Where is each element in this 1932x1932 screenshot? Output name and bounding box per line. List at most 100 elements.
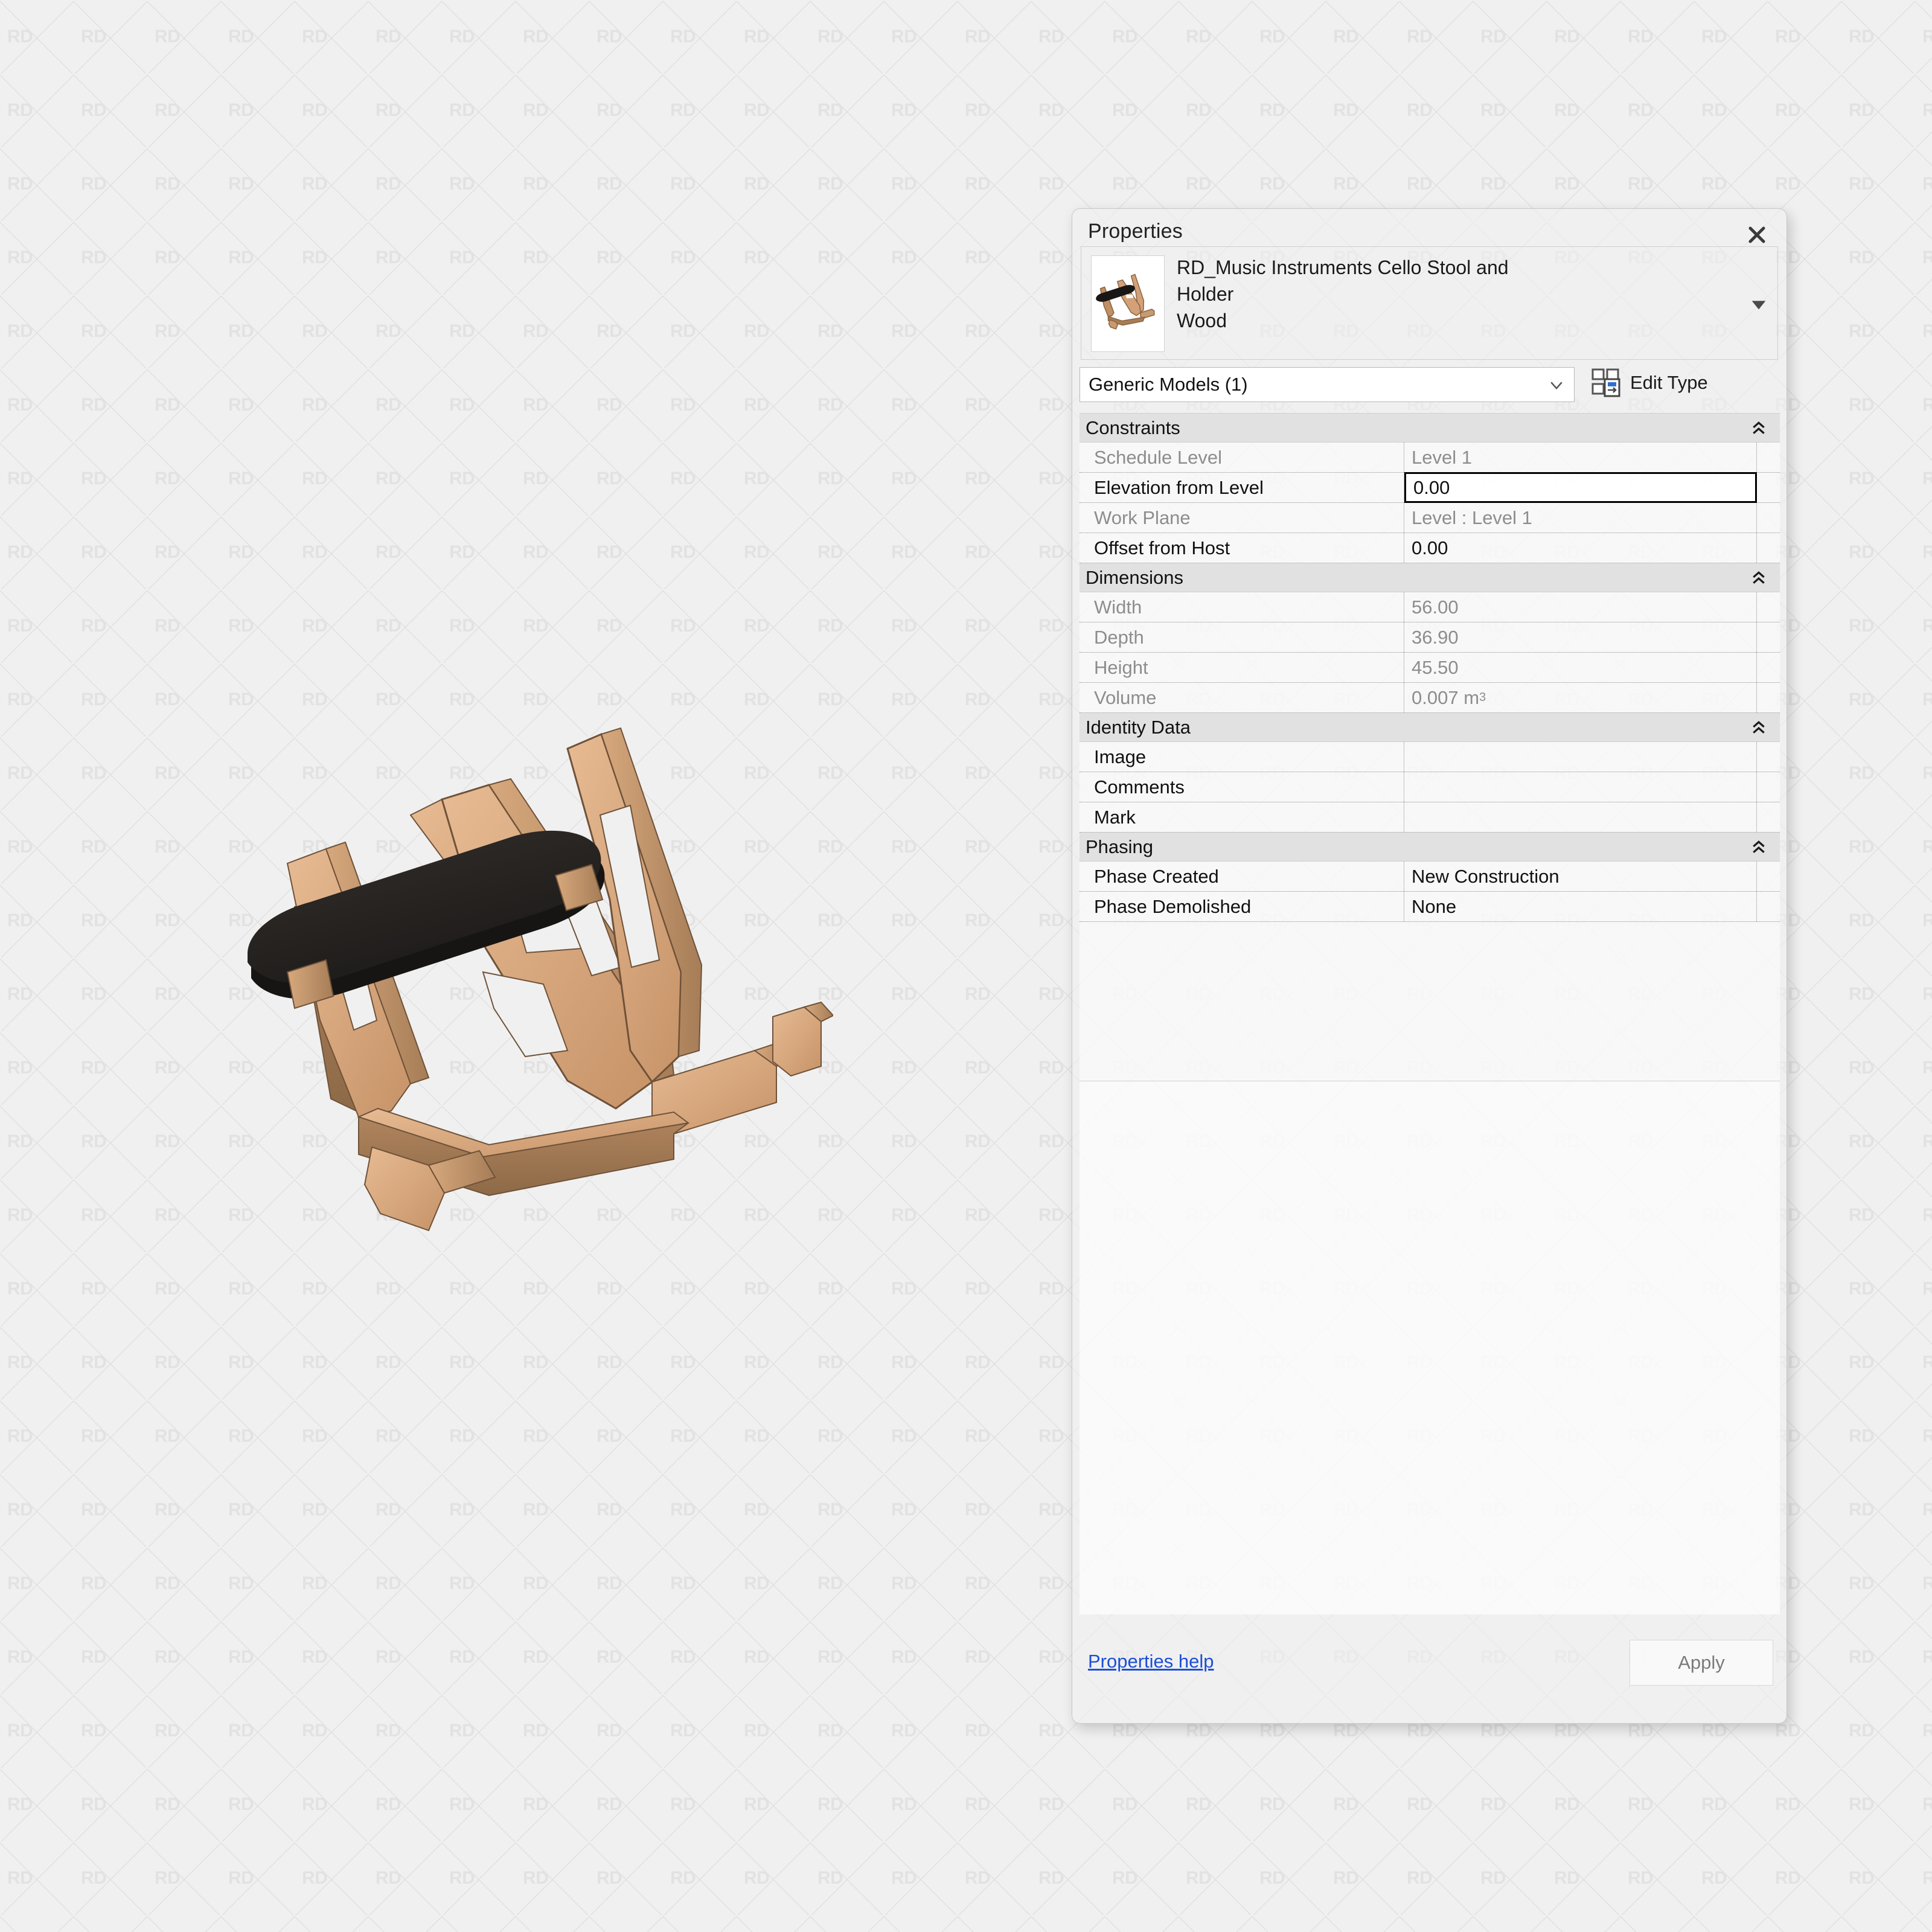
watermark-tile: RD xyxy=(1922,984,1932,1004)
watermark-tile: RD xyxy=(1922,1573,1932,1593)
model-viewport[interactable] xyxy=(0,0,1063,1932)
property-value[interactable]: 0.007 m3 xyxy=(1404,683,1757,712)
watermark-tile: RD xyxy=(1105,1915,1179,1932)
watermark-tile: RD xyxy=(1922,1794,1932,1814)
property-row[interactable]: Comments xyxy=(1080,772,1780,802)
watermark-tile: RD xyxy=(1849,1647,1875,1667)
watermark-tile: RD xyxy=(1112,1868,1138,1888)
property-value[interactable]: 0.00 xyxy=(1404,533,1757,563)
double-chevron-up-icon[interactable] xyxy=(1751,720,1767,735)
property-value[interactable]: 56.00 xyxy=(1404,592,1757,622)
property-key: Width xyxy=(1080,592,1404,622)
property-group-header[interactable]: Phasing xyxy=(1080,833,1780,862)
property-row[interactable]: Width 56.00 xyxy=(1080,592,1780,622)
watermark-tile: RD xyxy=(1694,1915,1768,1932)
property-value[interactable]: None xyxy=(1404,892,1757,921)
property-value[interactable]: Level : Level 1 xyxy=(1404,503,1757,533)
property-row[interactable]: Schedule Level Level 1 xyxy=(1080,443,1780,473)
double-chevron-up-icon[interactable] xyxy=(1751,570,1767,586)
watermark-tile: RD xyxy=(1407,1868,1433,1888)
watermark-tile: RD xyxy=(1922,1868,1932,1888)
watermark-tile: RD xyxy=(1849,616,1875,636)
watermark-tile: RD xyxy=(1186,1868,1212,1888)
property-value[interactable]: 45.50 xyxy=(1404,653,1757,682)
property-row[interactable]: Image xyxy=(1080,742,1780,772)
edit-type-button[interactable]: Edit Type xyxy=(1591,368,1708,397)
watermark-tile: RD xyxy=(1841,1915,1915,1932)
property-value[interactable]: 36.90 xyxy=(1404,622,1757,652)
property-key: Depth xyxy=(1080,622,1404,652)
property-key: Work Plane xyxy=(1080,503,1404,533)
type-name: RD_Music Instruments Cello Stool and Hol… xyxy=(1177,254,1684,334)
watermark-tile: RD xyxy=(1399,1915,1473,1932)
watermark-tile: RD xyxy=(1628,1794,1654,1814)
watermark-tile: RD xyxy=(1628,100,1654,120)
family-name-line2: Holder xyxy=(1177,283,1234,305)
watermark-tile: RD xyxy=(1922,174,1932,194)
watermark-tile: RD xyxy=(1259,100,1285,120)
watermark-tile: RD xyxy=(1701,1868,1727,1888)
watermark-tile: RD xyxy=(1849,1794,1875,1814)
watermark-tile: RD xyxy=(1849,1573,1875,1593)
watermark-tile: RD xyxy=(1775,27,1801,46)
property-row[interactable]: Mark xyxy=(1080,802,1780,833)
double-chevron-up-icon[interactable] xyxy=(1751,420,1767,436)
properties-palette[interactable]: Properties RD_Music Instruments Cello St… xyxy=(1072,208,1787,1724)
cello-stool-model[interactable] xyxy=(229,634,833,1250)
watermark-tile: RD xyxy=(1922,321,1932,341)
property-row-end xyxy=(1757,473,1780,502)
watermark-tile: RD xyxy=(1480,1868,1506,1888)
watermark-tile: RD xyxy=(1922,100,1932,120)
property-row[interactable]: Phase Demolished None xyxy=(1080,892,1780,922)
property-group-header[interactable]: Dimensions xyxy=(1080,563,1780,592)
watermark-tile: RD xyxy=(1179,1915,1252,1932)
property-row-end xyxy=(1757,622,1780,652)
watermark-tile: RD xyxy=(1333,1868,1359,1888)
type-selector-row: Generic Models (1) Edit Type xyxy=(1080,367,1780,405)
watermark-tile: RD xyxy=(1849,395,1875,415)
property-value[interactable]: New Construction xyxy=(1404,862,1757,891)
watermark-tile: RD xyxy=(1333,1794,1359,1814)
property-row-end xyxy=(1757,892,1780,921)
property-row[interactable]: Volume 0.007 m3 xyxy=(1080,683,1780,713)
property-value[interactable]: Level 1 xyxy=(1404,443,1757,472)
property-group-header[interactable]: Identity Data xyxy=(1080,713,1780,742)
property-row-end xyxy=(1757,533,1780,563)
type-selector-dropdown[interactable]: Generic Models (1) xyxy=(1080,367,1575,402)
watermark-tile: RD xyxy=(1775,1794,1801,1814)
properties-table: Constraints Schedule Level Level 1 Elevatio… xyxy=(1080,413,1780,1614)
properties-help-link[interactable]: Properties help xyxy=(1088,1651,1214,1672)
property-row-end xyxy=(1757,742,1780,772)
caret-down-icon[interactable] xyxy=(1748,294,1769,315)
type-name-value: Wood xyxy=(1177,310,1227,331)
property-group-header[interactable]: Constraints xyxy=(1080,414,1780,443)
watermark-tile: RD xyxy=(1628,1868,1654,1888)
property-key: Image xyxy=(1080,742,1404,772)
property-row[interactable]: Height 45.50 xyxy=(1080,653,1780,683)
property-row[interactable]: Elevation from Level 0.00 xyxy=(1080,472,1780,503)
apply-button[interactable]: Apply xyxy=(1630,1640,1773,1686)
watermark-tile: RD xyxy=(1849,174,1875,194)
property-value[interactable]: 0.00 xyxy=(1404,472,1757,503)
property-row[interactable]: Depth 36.90 xyxy=(1080,622,1780,653)
property-row[interactable]: Work Plane Level : Level 1 xyxy=(1080,503,1780,533)
edit-type-icon xyxy=(1591,368,1622,397)
property-value[interactable] xyxy=(1404,772,1757,802)
property-key: Schedule Level xyxy=(1080,443,1404,472)
property-row[interactable]: Offset from Host 0.00 xyxy=(1080,533,1780,563)
double-chevron-up-icon[interactable] xyxy=(1751,839,1767,855)
watermark-tile: RD xyxy=(1849,248,1875,267)
watermark-tile: RD xyxy=(1922,1426,1932,1446)
property-row[interactable]: Phase Created New Construction xyxy=(1080,862,1780,892)
watermark-tile: RD xyxy=(1186,27,1212,46)
property-value[interactable] xyxy=(1404,742,1757,772)
property-row-end xyxy=(1757,443,1780,472)
property-row-end xyxy=(1757,772,1780,802)
watermark-tile: RD xyxy=(1701,27,1727,46)
watermark-tile: RD xyxy=(1849,1205,1875,1225)
type-header[interactable]: RD_Music Instruments Cello Stool and Hol… xyxy=(1081,246,1778,360)
watermark-tile: RD xyxy=(1922,27,1932,46)
watermark-tile: RD xyxy=(1922,469,1932,488)
watermark-tile: RD xyxy=(1701,1794,1727,1814)
property-value[interactable] xyxy=(1404,802,1757,832)
